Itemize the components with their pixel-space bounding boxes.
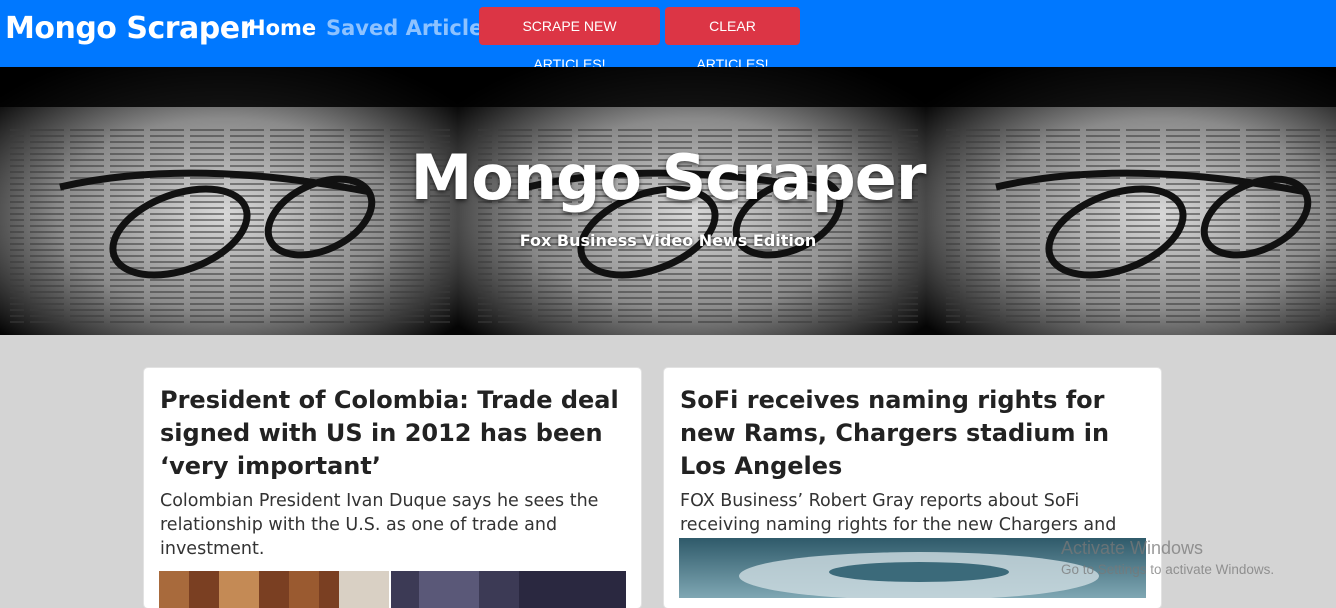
nav-link-home[interactable]: Home [248,16,316,40]
navbar: Mongo Scraper Home Saved Articles SCRAPE… [0,0,1336,72]
watermark-title: Activate Windows [1061,538,1204,558]
watermark-subtitle: Go to Settings to activate Windows. [1061,562,1275,577]
article-description: Colombian President Ivan Duque says he s… [160,491,599,559]
article-thumbnail[interactable] [159,571,626,608]
scrape-new-articles-button[interactable]: SCRAPE NEW ARTICLES! [479,7,660,72]
windows-activation-watermark: Activate Windows Go to Settings to activ… [1061,538,1274,577]
hero-banner: Mongo Scraper Fox Business Video News Ed… [0,67,1336,335]
clear-articles-button[interactable]: CLEAR ARTICLES! [665,7,800,72]
hero-title: Mongo Scraper [410,141,927,214]
nav-link-saved-articles[interactable]: Saved Articles [326,16,496,40]
article-card: President of Colombia: Trade deal signed… [144,368,641,608]
article-title[interactable]: SoFi receives naming rights for new Rams… [680,384,1145,483]
hero-subtitle: Fox Business Video News Edition [519,231,817,250]
article-title[interactable]: President of Colombia: Trade deal signed… [160,384,625,483]
brand-logo[interactable]: Mongo Scraper [5,11,254,46]
